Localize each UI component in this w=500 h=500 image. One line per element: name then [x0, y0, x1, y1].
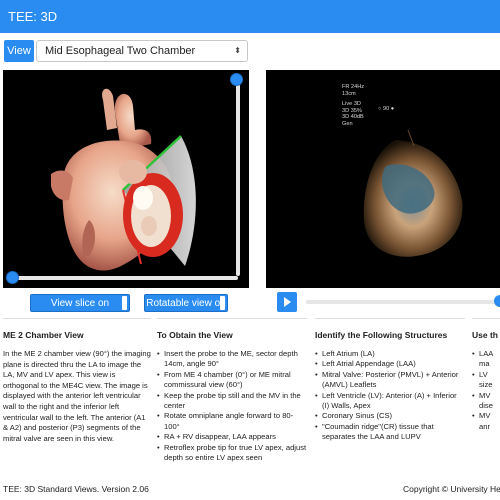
list-item: LV size	[472, 370, 500, 391]
section-body: In the ME 2 chamber view (90°) the imagi…	[3, 349, 151, 443]
toggle-knob-icon	[122, 296, 127, 310]
list-item: RA + RV disappear, LAA appears	[157, 432, 307, 443]
list-item: MV dise	[472, 391, 500, 412]
echo-angle: ○ 90 ●	[378, 106, 394, 113]
view-slice-toggle[interactable]: View slice on	[30, 294, 130, 312]
heart-model-viewer[interactable]	[3, 70, 249, 288]
list-item: Rotate omniplane angle forward to 80-100…	[157, 411, 307, 432]
list-item: Retroflex probe tip for true LV apex, ad…	[157, 443, 307, 464]
view-label: View	[4, 40, 34, 62]
section-obtain-view: To Obtain the View Insert the probe to t…	[157, 318, 307, 476]
echo-info: FR 24Hz 13cm Live 3D 3D 35% 3D 40dB Gen	[342, 84, 364, 128]
video-progress-handle[interactable]	[494, 295, 500, 307]
list-item: From ME 4 chamber (0°) or ME mitral comm…	[157, 370, 307, 391]
view-slice-label: View slice on	[50, 298, 110, 309]
list-item: Coronary Sinus (CS)	[315, 411, 465, 422]
list-item: LAA ma	[472, 349, 500, 370]
rotation-slider-handle[interactable]	[6, 271, 19, 284]
rotatable-view-label: Rotatable view on	[146, 298, 226, 309]
section-identify-structures: Identify the Following Structures Left A…	[315, 318, 465, 476]
use-view-list: LAA ma LV size MV dise MV anr	[472, 349, 500, 432]
echo-gen: Gen	[342, 120, 353, 127]
echo-angle-value: 90	[382, 106, 390, 112]
angle-dot-icon: ●	[390, 106, 395, 112]
list-item: MV anr	[472, 411, 500, 432]
footer-version: TEE: 3D Standard Views. Version 2.06	[3, 484, 149, 494]
list-item: "Coumadin ridge"(CR) tissue that separat…	[315, 422, 465, 443]
rotatable-view-toggle[interactable]: Rotatable view on	[144, 294, 228, 312]
toggle-knob-icon	[220, 296, 225, 310]
echo-gain: 3D 35%	[342, 107, 362, 114]
play-icon	[284, 297, 291, 307]
plane-depth-slider-track[interactable]	[236, 80, 240, 276]
view-select-value: Mid Esophageal Two Chamber	[45, 45, 196, 57]
obtain-view-list: Insert the probe to the ME, sector depth…	[157, 349, 307, 463]
section-title: Use th	[472, 330, 498, 340]
list-item: Keep the probe tip still and the MV in t…	[157, 391, 307, 412]
app-title: TEE: 3D	[8, 9, 58, 24]
video-progress-track[interactable]	[306, 300, 500, 304]
plane-depth-slider-handle[interactable]	[230, 73, 243, 86]
angle-circle-icon: ○	[378, 106, 382, 112]
list-item: Insert the probe to the ME, sector depth…	[157, 349, 307, 370]
app-header: TEE: 3D	[0, 0, 500, 33]
section-use-this-view: Use th LAA ma LV size MV dise MV anr	[472, 318, 500, 476]
heart-model-illustration	[51, 88, 196, 271]
echo-3d-image	[363, 129, 463, 257]
select-caret-icon: ⬍	[234, 46, 241, 55]
echo-frame-rate: FR 24Hz	[342, 84, 365, 90]
section-title: Identify the Following Structures	[315, 330, 448, 340]
footer-copyright: Copyright © University Healt	[403, 484, 500, 494]
play-button[interactable]	[277, 292, 297, 312]
structures-list: Left Atrium (LA) Left Atrial Appendage (…	[315, 349, 465, 443]
view-select[interactable]: Mid Esophageal Two Chamber ⬍	[36, 40, 248, 62]
section-title: ME 2 Chamber View	[3, 330, 84, 340]
echo-video-viewer[interactable]: FR 24Hz 13cm Live 3D 3D 35% 3D 40dB Gen …	[266, 70, 500, 288]
echo-depth: 13cm	[342, 90, 356, 97]
section-title: To Obtain the View	[157, 330, 233, 340]
list-item: Left Atrial Appendage (LAA)	[315, 359, 465, 370]
rotation-slider-track[interactable]	[12, 276, 238, 280]
list-item: Mitral Valve: Posterior (PMVL) + Anterio…	[315, 370, 465, 391]
list-item: Left Ventricle (LV): Anterior (A) + Infe…	[315, 391, 465, 412]
echo-db: 3D 40dB	[342, 114, 364, 121]
section-me2-chamber-view: ME 2 Chamber View In the ME 2 chamber vi…	[3, 318, 151, 476]
list-item: Left Atrium (LA)	[315, 349, 465, 360]
echo-mode: Live 3D	[342, 101, 361, 108]
